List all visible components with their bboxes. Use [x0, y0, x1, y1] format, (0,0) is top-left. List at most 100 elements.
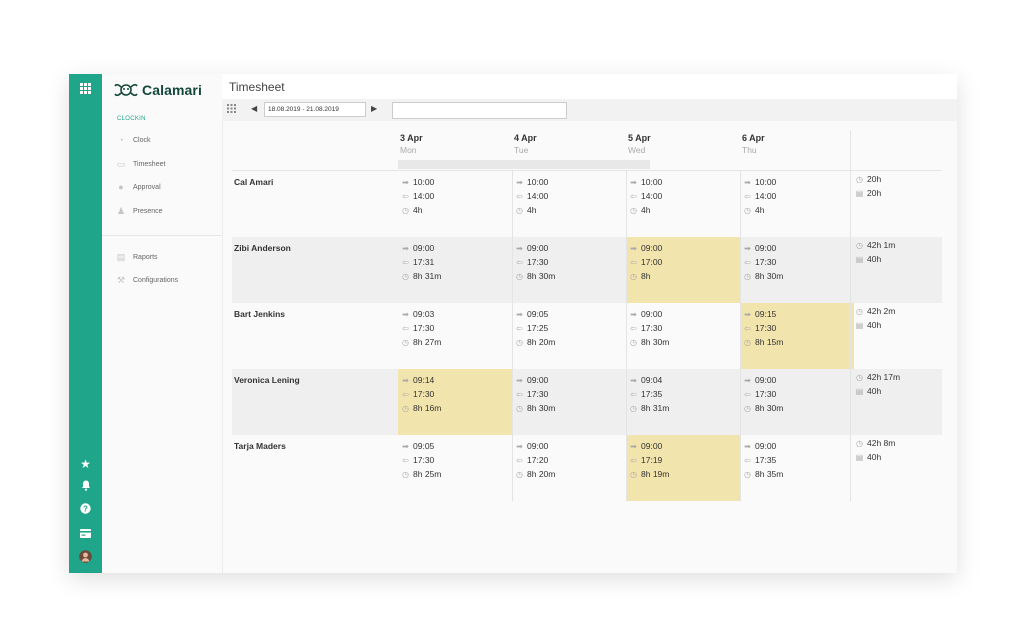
apps-grid-icon[interactable] [69, 83, 102, 97]
clock-out-arrow-icon: ⇦ [630, 191, 637, 201]
time-dur-value: 4h [527, 205, 537, 215]
time-out: ⇦ 17:35 [743, 455, 776, 465]
time-in: ➡ 09:00 [401, 243, 434, 253]
clock-out-arrow-icon: ⇦ [402, 257, 409, 267]
timesheet-cell[interactable]: ➡ 09:03 ⇦ 17:30 ◷ 8h 27m [398, 303, 512, 369]
card-icon[interactable] [69, 527, 102, 541]
avatar[interactable] [69, 550, 102, 566]
sidebar-item-configurations[interactable]: ⚒ Configurations [116, 276, 178, 285]
time-dur-value: 8h 30m [755, 271, 784, 281]
help-icon[interactable]: ? [69, 503, 102, 517]
clock-in-arrow-icon: ➡ [630, 375, 637, 385]
view-grid-icon[interactable] [227, 104, 237, 114]
time-in-value: 09:00 [755, 441, 777, 451]
time-out-value: 17:25 [527, 323, 549, 333]
timesheet-cell[interactable]: ➡ 09:15 ⇦ 17:30 ◷ 8h 15m [740, 303, 854, 369]
timesheet-cell[interactable]: ➡ 09:00 ⇦ 17:30 ◷ 8h 30m [512, 237, 626, 303]
time-in: ➡ 09:00 [743, 441, 776, 451]
timesheet-cell[interactable]: ➡ 09:05 ⇦ 17:25 ◷ 8h 20m [512, 303, 626, 369]
timesheet-cell[interactable]: ➡ 10:00 ⇦ 14:00 ◷ 4h [740, 171, 854, 237]
time-in-value: 09:00 [413, 243, 435, 253]
employee-name[interactable]: Cal Amari [234, 177, 273, 187]
day-weekday: Wed [628, 145, 646, 155]
clock-out-arrow-icon: ⇦ [402, 191, 409, 201]
time-out-value: 14:00 [641, 191, 663, 201]
timesheet-cell[interactable]: ➡ 09:04 ⇦ 17:35 ◷ 8h 31m [626, 369, 740, 435]
employee-name[interactable]: Bart Jenkins [234, 309, 285, 319]
timesheet-cell[interactable]: ➡ 09:00 ⇦ 17:30 ◷ 8h 30m [740, 369, 854, 435]
timesheet-cell[interactable]: ➡ 09:05 ⇦ 17:30 ◷ 8h 25m [398, 435, 512, 501]
total-worked-value: 42h 2m [867, 306, 896, 316]
time-dur: ◷ 8h 30m [743, 271, 783, 281]
day-header: 5 Apr Wed [628, 133, 651, 155]
clock-in-arrow-icon: ➡ [402, 309, 409, 319]
svg-text:?: ? [83, 504, 88, 513]
day-header: 4 Apr Tue [514, 133, 537, 155]
row-total: ◷ 20h ▤ 20h [852, 171, 942, 237]
clock-out-arrow-icon: ⇦ [630, 389, 637, 399]
timesheet-cell[interactable]: ➡ 10:00 ⇦ 14:00 ◷ 4h [512, 171, 626, 237]
duration-clock-icon: ◷ [856, 372, 863, 382]
clock-out-arrow-icon: ⇦ [516, 257, 523, 267]
time-in-value: 09:15 [755, 309, 777, 319]
sidebar-item-raports[interactable]: ▤ Raports [116, 253, 158, 262]
sidebar-item-timesheet[interactable]: ▭ Timesheet [116, 159, 166, 169]
duration-clock-icon: ◷ [516, 337, 523, 347]
time-dur-value: 8h 27m [413, 337, 442, 347]
timesheet-cell[interactable]: ➡ 09:00 ⇦ 17:00 ◷ 8h [626, 237, 740, 303]
time-dur-value: 8h 35m [755, 469, 784, 479]
time-out-value: 17:19 [641, 455, 663, 465]
time-dur: ◷ 8h 30m [743, 403, 783, 413]
sidebar-item-approval[interactable]: ● Approval [116, 183, 160, 192]
time-out: ⇦ 14:00 [629, 191, 662, 201]
prev-period-icon[interactable]: ◀ [251, 104, 257, 113]
timesheet-cell[interactable]: ➡ 09:00 ⇦ 17:30 ◷ 8h 30m [740, 237, 854, 303]
timesheet-cell[interactable]: ➡ 09:00 ⇦ 17:30 ◷ 8h 30m [626, 303, 740, 369]
time-in-value: 09:00 [641, 309, 663, 319]
horizontal-scrollbar[interactable] [398, 160, 650, 169]
time-dur-value: 8h 20m [527, 337, 556, 347]
planned-hours-icon: ▤ [855, 452, 864, 462]
row-total: ◷ 42h 1m ▤ 40h [852, 237, 942, 303]
time-dur-value: 8h 20m [527, 469, 556, 479]
row-total: ◷ 42h 2m ▤ 40h [852, 303, 942, 369]
time-out: ⇦ 17:30 [401, 389, 434, 399]
timesheet-icon: ▭ [116, 159, 126, 169]
time-dur: ◷ 4h [743, 205, 764, 215]
timesheet-cell[interactable]: ➡ 09:14 ⇦ 17:30 ◷ 8h 16m [398, 369, 512, 435]
date-range-input[interactable]: 18.08.2019 - 21.08.2019 [264, 102, 366, 117]
day-header: 3 Apr Mon [400, 133, 423, 155]
next-period-icon[interactable]: ▶ [371, 104, 377, 113]
employee-name[interactable]: Zibi Anderson [234, 243, 291, 253]
time-out-value: 17:31 [413, 257, 435, 267]
bell-icon[interactable] [69, 480, 102, 494]
duration-clock-icon: ◷ [744, 205, 751, 215]
total-planned: ▤ 40h [855, 254, 881, 264]
time-in: ➡ 09:00 [743, 375, 776, 385]
timesheet-cell[interactable]: ➡ 09:00 ⇦ 17:31 ◷ 8h 31m [398, 237, 512, 303]
planned-hours-icon: ▤ [855, 254, 864, 264]
total-worked-value: 42h 1m [867, 240, 896, 250]
planned-hours-icon: ▤ [855, 188, 864, 198]
sidebar-divider [102, 235, 222, 236]
employee-name[interactable]: Veronica Lening [234, 375, 300, 385]
search-input[interactable] [392, 102, 567, 119]
timesheet-cell[interactable]: ➡ 10:00 ⇦ 14:00 ◷ 4h [398, 171, 512, 237]
sidebar-item-clock[interactable]: ◔ Clock [116, 136, 150, 145]
employee-name[interactable]: Tarja Maders [234, 441, 286, 451]
timesheet-cell[interactable]: ➡ 09:00 ⇦ 17:20 ◷ 8h 20m [512, 435, 626, 501]
timesheet-cell[interactable]: ➡ 09:00 ⇦ 17:19 ◷ 8h 19m [626, 435, 740, 501]
time-in: ➡ 09:00 [629, 243, 662, 253]
timesheet-cell[interactable]: ➡ 09:00 ⇦ 17:35 ◷ 8h 35m [740, 435, 854, 501]
sidebar-item-presence[interactable]: ♟ Presence [116, 207, 163, 216]
clock-in-arrow-icon: ➡ [630, 177, 637, 187]
timesheet-cell[interactable]: ➡ 10:00 ⇦ 14:00 ◷ 4h [626, 171, 740, 237]
total-planned-value: 20h [867, 188, 882, 198]
time-dur: ◷ 4h [401, 205, 422, 215]
clock-in-arrow-icon: ➡ [744, 243, 751, 253]
star-icon[interactable]: ★ [69, 457, 102, 471]
time-dur: ◷ 4h [515, 205, 536, 215]
logo[interactable]: Calamari [114, 82, 202, 98]
timesheet-cell[interactable]: ➡ 09:00 ⇦ 17:30 ◷ 8h 30m [512, 369, 626, 435]
app-window: ★ ? Calamari CLOCKIN ◔ Clock ▭ Timesheet… [69, 74, 957, 573]
